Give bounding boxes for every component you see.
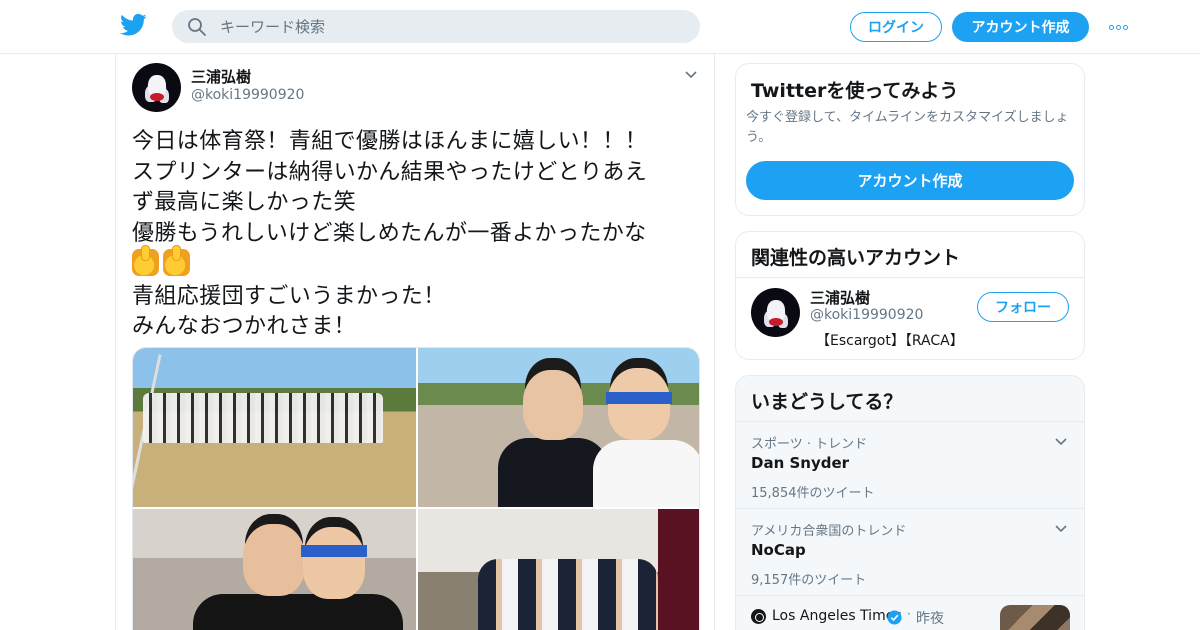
twitter-logo-icon[interactable] — [120, 13, 147, 37]
trend-context: スポーツ · トレンド — [751, 437, 868, 452]
divider — [736, 277, 1084, 278]
more-icon[interactable] — [1106, 17, 1130, 37]
top-navigation-bar: ログイン アカウント作成 — [0, 0, 1200, 54]
tweet-line: 青組応援団すごいうまかった！ — [132, 283, 446, 309]
verified-badge-icon — [887, 610, 902, 625]
signup-button[interactable]: アカウント作成 — [952, 12, 1089, 42]
thumbs-up-icon — [163, 245, 190, 276]
trend-name: Dan Snyder — [751, 454, 850, 472]
signup-card-description: 今すぐ登録して、タイムラインをカスタマイズしましょう。 — [746, 110, 1069, 145]
news-item[interactable]: Los Angeles Times · 昨夜 — [736, 595, 1084, 630]
tweet-line: スプリンターは納得いかん結果やったけどとりあえ — [132, 159, 648, 185]
news-separator: · — [907, 607, 911, 621]
tweet-text: 今日は体育祭！青組で優勝はほんまに嬉しい！！！ スプリンターは納得いかん結果やっ… — [132, 127, 697, 343]
media-photo-4[interactable] — [418, 509, 699, 630]
media-photo-3[interactable] — [133, 509, 416, 630]
related-account-bio: 【Escargot】【RACA】 — [816, 333, 964, 349]
trend-count: 9,157件のツイート — [751, 573, 867, 588]
signup-card: Twitterを使ってみよう 今すぐ登録して、タイムラインをカスタマイズしましょ… — [735, 63, 1085, 216]
tweet-line: 今日は体育祭！青組で優勝はほんまに嬉しい！！！ — [132, 129, 648, 154]
trend-name: NoCap — [751, 541, 806, 559]
news-source: Los Angeles Times — [772, 608, 902, 624]
login-button[interactable]: ログイン — [850, 12, 942, 42]
chevron-down-icon[interactable] — [1054, 435, 1068, 449]
trend-count: 15,854件のツイート — [751, 486, 875, 501]
thumbs-up-icon — [132, 245, 159, 276]
search-bar[interactable] — [172, 10, 700, 43]
related-accounts-card: 関連性の高いアカウント 三浦弘樹 @koki19990920 【Escargot… — [735, 231, 1085, 360]
media-photo-1[interactable] — [133, 348, 416, 507]
signup-card-button[interactable]: アカウント作成 — [746, 161, 1074, 200]
tweet-display-name[interactable]: 三浦弘樹 — [191, 66, 251, 87]
trend-item[interactable]: アメリカ合衆国のトレンド NoCap 9,157件のツイート — [736, 508, 1084, 595]
avatar[interactable] — [132, 63, 181, 112]
trend-context: アメリカ合衆国のトレンド — [751, 524, 907, 539]
avatar[interactable] — [751, 288, 800, 337]
tweet-line: ず最高に楽しかった笑 — [132, 190, 357, 215]
trend-item[interactable]: スポーツ · トレンド Dan Snyder 15,854件のツイート — [736, 421, 1084, 508]
tweet-detail: 三浦弘樹 @koki19990920 今日は体育祭！青組で優勝はほんまに嬉しい！… — [115, 54, 715, 630]
media-photo-2[interactable] — [418, 348, 699, 507]
search-icon — [188, 18, 206, 36]
tweet-username[interactable]: @koki19990920 — [191, 87, 304, 103]
chevron-down-icon[interactable] — [1054, 522, 1068, 536]
news-time: 昨夜 — [916, 611, 944, 627]
news-thumbnail[interactable] — [1000, 605, 1070, 630]
trends-title: いまどうしてる？ — [751, 391, 903, 413]
chevron-down-icon[interactable] — [684, 68, 698, 82]
signup-card-title: Twitterを使ってみよう — [751, 80, 959, 102]
related-accounts-title: 関連性の高いアカウント — [751, 247, 961, 269]
related-account-handle[interactable]: @koki19990920 — [810, 307, 923, 323]
related-account-name[interactable]: 三浦弘樹 — [810, 287, 870, 308]
trends-card: いまどうしてる？ スポーツ · トレンド Dan Snyder 15,854件の… — [735, 375, 1085, 630]
tweet-media-grid — [132, 347, 700, 630]
tweet-line: みんなおつかれさま！ — [132, 314, 357, 339]
follow-button[interactable]: フォロー — [977, 292, 1069, 322]
news-source-avatar — [751, 609, 766, 624]
tweet-line: 優勝もうれしいけど楽しめたんが一番よかったかな — [132, 220, 647, 246]
search-input[interactable] — [220, 10, 680, 43]
